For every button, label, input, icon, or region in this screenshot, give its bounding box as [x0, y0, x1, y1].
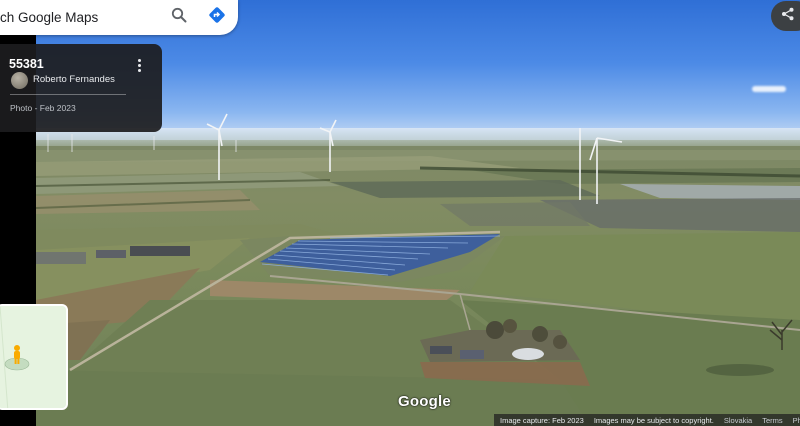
- image-capture-date: Image capture: Feb 2023: [500, 415, 584, 425]
- search-input[interactable]: ch Google Maps: [0, 10, 98, 25]
- google-logo: Google: [398, 393, 451, 410]
- share-icon: [781, 7, 795, 26]
- search-bar[interactable]: ch Google Maps: [0, 0, 238, 35]
- search-button[interactable]: [168, 6, 190, 28]
- card-divider: [10, 94, 126, 95]
- directions-button[interactable]: [206, 6, 228, 28]
- photo-author-link[interactable]: Roberto Fernandes: [33, 74, 115, 85]
- directions-icon: [208, 6, 226, 29]
- photo-title: 55381: [9, 57, 44, 71]
- privacy-link[interactable]: Ph: [793, 416, 800, 425]
- attribution-bar: Image capture: Feb 2023 Images may be su…: [494, 414, 800, 426]
- terms-link[interactable]: Terms: [762, 416, 782, 425]
- avatar[interactable]: [11, 72, 28, 89]
- share-button[interactable]: [771, 1, 800, 31]
- country-link[interactable]: Slovakia: [724, 416, 752, 425]
- more-vert-icon[interactable]: [132, 56, 146, 74]
- pegman-icon[interactable]: [4, 342, 30, 377]
- photo-info-card: 55381 Roberto Fernandes Photo - Feb 2023: [0, 44, 162, 132]
- copyright-notice: Images may be subject to copyright.: [593, 415, 714, 425]
- photo-date: Photo - Feb 2023: [10, 103, 76, 113]
- minimap[interactable]: [0, 304, 68, 410]
- search-icon: [171, 7, 187, 28]
